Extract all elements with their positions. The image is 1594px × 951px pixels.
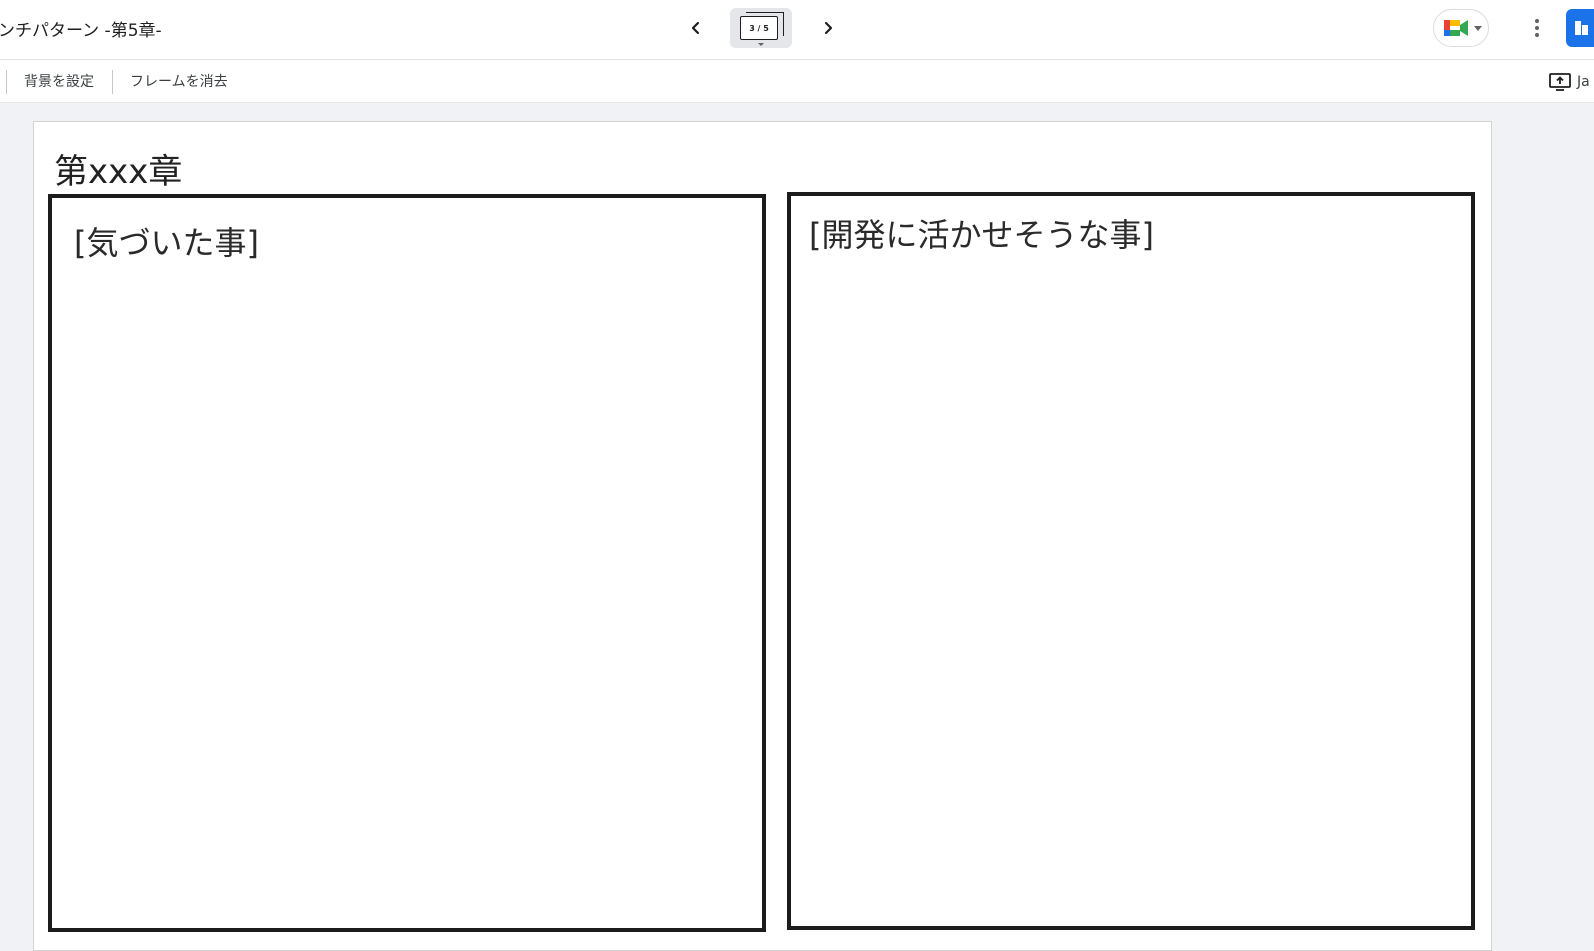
frame-selector-button[interactable]: 3 / 5 xyxy=(730,8,792,48)
chevron-right-icon xyxy=(824,21,833,35)
present-label: Ja xyxy=(1577,74,1590,90)
caret-down-icon xyxy=(758,43,764,46)
more-vert-icon xyxy=(1535,19,1539,23)
clear-frame-button[interactable]: フレームを消去 xyxy=(130,71,228,91)
right-panel[interactable]: [開発に活かせそうな事] xyxy=(787,192,1475,930)
google-meet-icon xyxy=(1444,20,1468,36)
toolbar-divider xyxy=(112,70,113,94)
slide-title[interactable]: 第xxx章 xyxy=(54,144,182,193)
document-title[interactable]: ンチパターン -第5章- xyxy=(0,16,162,41)
set-background-button[interactable]: 背景を設定 xyxy=(24,71,94,91)
previous-frame-button[interactable] xyxy=(680,12,712,44)
frame-counter: 3 / 5 xyxy=(740,16,778,40)
next-frame-button[interactable] xyxy=(812,12,844,44)
meet-button[interactable] xyxy=(1433,9,1489,47)
present-button[interactable]: Ja xyxy=(1549,68,1590,96)
slide-canvas[interactable]: 第xxx章 [気づいた事] [開発に活かせそうな事] xyxy=(33,121,1492,951)
chevron-left-icon xyxy=(691,21,700,35)
left-panel[interactable]: [気づいた事] xyxy=(48,194,766,932)
caret-down-icon xyxy=(1474,26,1482,31)
frame-toolbar: 背景を設定 フレームを消去 Ja xyxy=(0,60,1594,103)
left-panel-label[interactable]: [気づいた事] xyxy=(74,218,259,264)
present-screen-icon xyxy=(1549,73,1571,91)
building-icon xyxy=(1575,21,1588,35)
right-panel-label[interactable]: [開発に活かせそうな事] xyxy=(809,210,1154,256)
toolbar-divider xyxy=(6,70,7,94)
top-bar: ンチパターン -第5章- 3 / 5 xyxy=(0,0,1594,60)
more-options-button[interactable] xyxy=(1525,14,1549,42)
share-button[interactable] xyxy=(1566,9,1594,47)
